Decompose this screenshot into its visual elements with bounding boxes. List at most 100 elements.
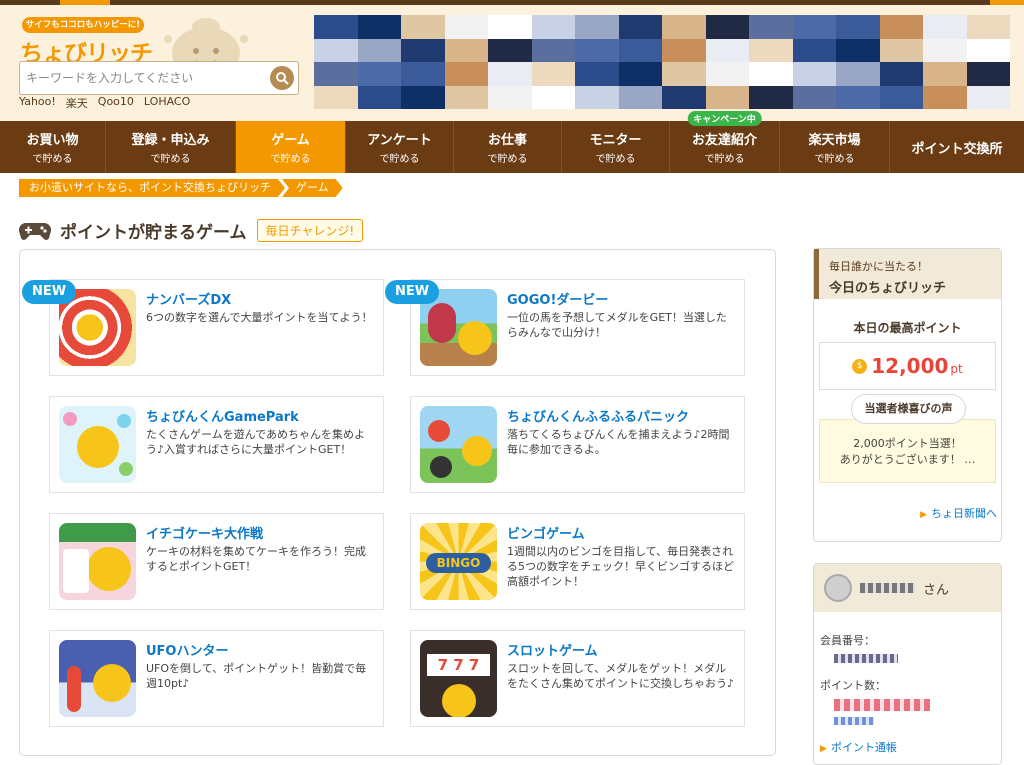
user-panel: さん 会員番号： ポイント数： ポイント通帳 [813,563,1002,765]
banner-tile [488,62,532,86]
search-button[interactable] [270,66,294,90]
game-thumbnail-bingo[interactable]: BINGO [420,523,497,600]
voice-line: 2,000ポイント当選！ [853,437,962,450]
banner-tile [575,85,619,109]
main-nav: お買い物 で貯める 登録・申込み で貯める ゲーム で貯める アンケート で貯める お仕… [0,111,1024,173]
banner-tile [749,62,793,86]
banner-tile [401,15,445,39]
points-value-redacted [834,717,874,725]
game-desc-bingo: 1週間以内のビンゴを目指して、毎日発表される5つの数字をチェック！早くビンゴする… [507,545,734,588]
game-card-slot[interactable]: 7 7 7 スロットゲーム スロットを回して、メダルをゲット！メダルをたくさん集… [410,630,745,727]
search-icon [276,72,289,85]
game-thumbnail-slot[interactable]: 7 7 7 [420,640,497,717]
logo-tagline: サイフもココロもハッピーに! [22,17,144,33]
game-card-gamepark[interactable]: ちょびんくんGamePark たくさんゲームを遊んであめちゃんを集めよう♪入賞す… [49,396,384,493]
game-desc-gogo-derby: 一位の馬を予想してメダルをGET！当選したらみんなで山分け！ [507,311,727,339]
game-card-strawberry-cake[interactable]: イチゴケーキ大作戦 ケーキの材料を集めてケーキを作ろう！完成するとポイントGET… [49,513,384,610]
breadcrumb-current: ゲーム [282,179,343,197]
newspaper-link[interactable]: ちょ日新聞へ [920,505,997,521]
game-card-ufo-hunter[interactable]: UFOハンター UFOを倒して、ポイントゲット！皆勤賞で毎週10pt♪ [49,630,384,727]
site-header: サイフもココロもハッピーに! ちょびリッチ Yahoo! 楽天 Qoo10 LO… [0,5,1024,121]
breadcrumb-home[interactable]: お小遣いサイトなら、ポイント交換ちょびリッチ [19,179,285,197]
search-input[interactable] [26,68,266,88]
banner-tile [662,38,706,62]
banner-tile [444,15,488,39]
nav-friend-invite[interactable]: キャンペーン中 お友達紹介 で貯める [670,111,780,173]
banner-tile [705,62,749,86]
nav-work[interactable]: お仕事 で貯める [454,121,562,173]
banner-tile [705,15,749,39]
quick-link-yahoo[interactable]: Yahoo! [19,95,56,111]
banner-tile [401,62,445,86]
winner-voice-box[interactable]: 2,000ポイント当選！ ありがとうございます！ … [819,419,996,483]
nav-rakuten-market[interactable]: 楽天市場 で貯める [780,121,890,173]
game-card-numbers-dx[interactable]: ナンバーズDX 6つの数字を選んで大量ポイントを当てよう！ [49,279,384,376]
banner-tile [662,15,706,39]
nav-survey[interactable]: アンケート で貯める [346,121,454,173]
nav-register[interactable]: 登録・申込み で貯める [106,121,236,173]
banner-tile [444,38,488,62]
game-card-gogo-derby[interactable]: GOGO!ダービー 一位の馬を予想してメダルをGET！当選したらみんなで山分け！ [410,279,745,376]
banner-tile [879,62,923,86]
banner-tile [314,15,358,39]
username-redacted [860,583,915,593]
banner-tile [488,38,532,62]
pixelated-ad-banner[interactable] [314,15,1010,109]
banner-tile [444,85,488,109]
game-card-furufuru-panic[interactable]: ちょびんくんふるふるパニック 落ちてくるちょびんくんを捕まえよう♪2時間毎に参加… [410,396,745,493]
game-desc-slot: スロットを回して、メダルをゲット！メダルをたくさん集めてポイントに交換しちゃおう… [507,662,735,690]
game-title-furufuru-panic[interactable]: ちょびんくんふるふるパニック [507,406,689,425]
quick-link-qoo10[interactable]: Qoo10 [98,95,134,111]
user-suffix: さん [923,582,950,598]
passbook-link[interactable]: ポイント通帳 [820,739,1001,755]
banner-tile [575,62,619,86]
game-thumbnail-ufo-hunter[interactable] [59,640,136,717]
banner-tile [705,85,749,109]
game-title-ufo-hunter[interactable]: UFOハンター [146,640,229,659]
game-card-bingo[interactable]: BINGO ビンゴゲーム 1週間以内のビンゴを目指して、毎日発表される5つの数字… [410,513,745,610]
game-title-numbers-dx[interactable]: ナンバーズDX [146,289,231,308]
lucky-title: 今日のちょびリッチ [829,281,947,296]
quick-links: Yahoo! 楽天 Qoo10 LOHACO [19,95,190,111]
banner-tile [923,62,967,86]
banner-tile [401,85,445,109]
banner-tile [749,15,793,39]
quick-link-lohaco[interactable]: LOHACO [144,95,190,111]
section-title: ポイントが貯まるゲーム [60,223,247,243]
game-title-gogo-derby[interactable]: GOGO!ダービー [507,289,608,308]
user-header: さん [814,564,1001,612]
game-title-slot[interactable]: スロットゲーム [507,640,598,659]
banner-tile [401,38,445,62]
page-title: ポイントが貯まるゲーム 毎日チャレンジ! [18,218,364,243]
game-desc-strawberry-cake: ケーキの材料を集めてケーキを作ろう！完成するとポイントGET！ [146,545,366,573]
member-number-label: 会員番号： [820,634,875,647]
game-thumbnail-strawberry-cake[interactable] [59,523,136,600]
daily-challenge-badge: 毎日チャレンジ! [256,219,364,242]
daily-lucky-panel: 毎日誰かに当たる！ 今日のちょびリッチ 本日の最高ポイント $ 12,000 p… [813,248,1002,542]
game-title-gamepark[interactable]: ちょびんくんGamePark [146,406,299,425]
game-thumbnail-gamepark[interactable] [59,406,136,483]
banner-tile [792,62,836,86]
breadcrumb: お小遣いサイトなら、ポイント交換ちょびリッチ ゲーム [19,179,340,197]
banner-tile [444,62,488,86]
winner-voice-tab[interactable]: 当選者様喜びの声 [851,394,966,424]
game-thumbnail-furufuru-panic[interactable] [420,406,497,483]
max-points-value: 12,000 [871,354,949,378]
game-desc-numbers-dx: 6つの数字を選んで大量ポイントを当てよう！ [146,311,373,324]
banner-tile [314,62,358,86]
banner-tile [618,38,662,62]
quick-link-rakuten[interactable]: 楽天 [66,95,88,111]
banner-tile [966,38,1010,62]
banner-tile [531,38,575,62]
banner-tile [531,15,575,39]
nav-monitor[interactable]: モニター で貯める [562,121,670,173]
banner-tile [618,15,662,39]
coin-icon: $ [852,358,868,374]
game-title-strawberry-cake[interactable]: イチゴケーキ大作戦 [146,523,263,542]
nav-point-exchange[interactable]: ポイント交換所 [890,121,1024,173]
max-points-box: $ 12,000 pt [819,342,996,390]
nav-game[interactable]: ゲーム で貯める [236,121,346,173]
nav-shopping[interactable]: お買い物 で貯める [0,121,106,173]
banner-tile [357,85,401,109]
game-title-bingo[interactable]: ビンゴゲーム [507,523,585,542]
